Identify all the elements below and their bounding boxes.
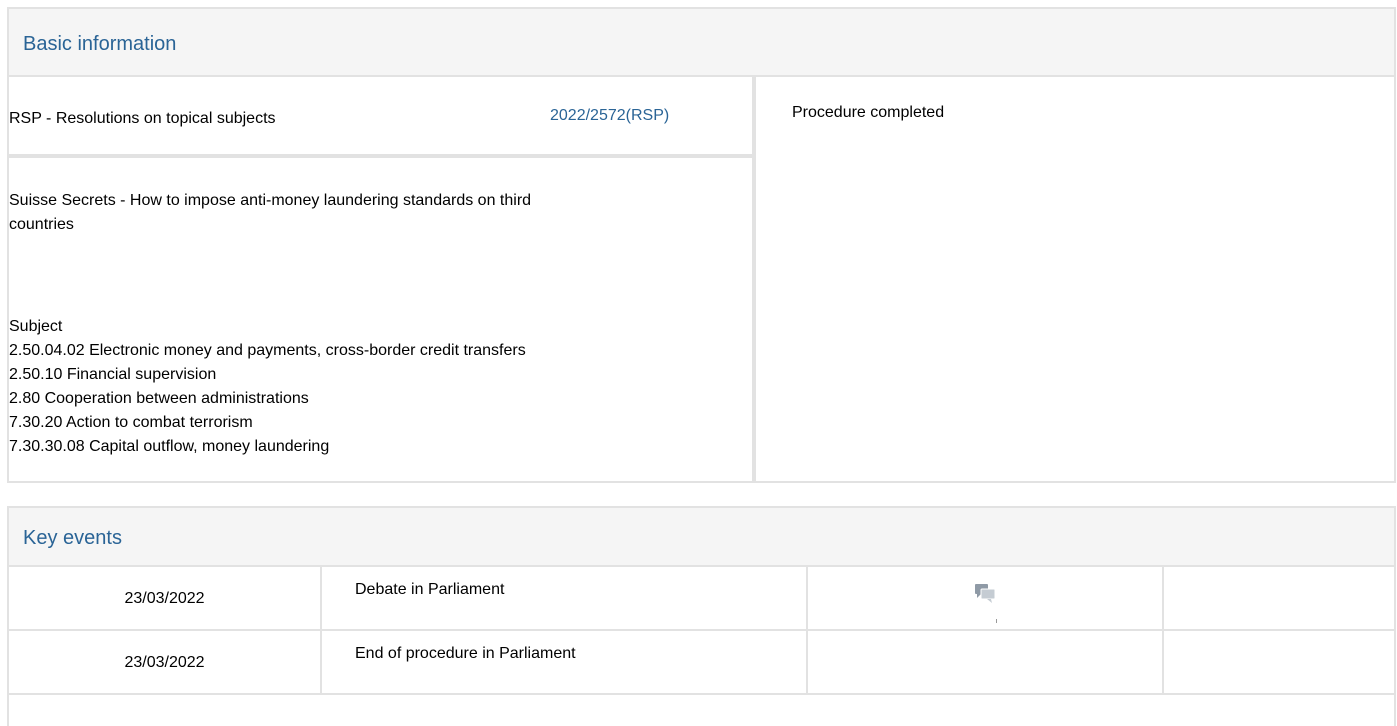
procedure-reference-link[interactable]: 2022/2572(RSP) [550,105,669,126]
key-events-panel: Key events 23/03/2022 Debate in Parliame… [7,506,1396,726]
subject-item: 7.30.30.08 Capital outflow, money launde… [9,438,330,455]
subject-item: 2.50.04.02 Electronic money and payments… [9,342,526,359]
key-events-title: Key events [23,527,122,549]
event-actions-cell [808,567,1164,629]
basic-information-panel: Basic information RSP - Resolutions on t… [7,7,1396,483]
basic-information-header: Basic information [9,9,1394,77]
key-event-row: 23/03/2022 Debate in Parliament [9,567,1394,631]
row-divider [9,154,752,158]
event-date: 23/03/2022 [9,631,322,693]
event-label: End of procedure in Parliament [322,631,808,693]
subject-item: 2.80 Cooperation between administrations [9,390,309,407]
basic-information-title: Basic information [23,33,177,55]
subject-list: Subject 2.50.04.02 Electronic money and … [9,315,526,459]
procedure-description-line-1: Suisse Secrets - How to impose anti-mone… [9,192,532,209]
key-event-row: 23/03/2022 End of procedure in Parliamen… [9,631,1394,695]
procedure-status: Procedure completed [792,104,945,121]
subject-heading: Subject [9,318,63,335]
event-extra-cell [1164,567,1394,629]
subject-item: 7.30.20 Action to combat terrorism [9,414,253,431]
event-extra-cell [1164,631,1394,693]
column-divider [752,77,756,481]
key-events-header: Key events [9,508,1394,567]
event-date: 23/03/2022 [9,567,322,629]
event-actions-cell [808,631,1164,693]
subject-item: 2.50.10 Financial supervision [9,366,217,383]
icon-tick [996,619,997,623]
procedure-type: RSP - Resolutions on topical subjects [9,110,276,127]
chat-bubbles-icon[interactable] [974,583,996,605]
event-label: Debate in Parliament [322,567,808,629]
procedure-description-line-2: countries [9,216,74,233]
